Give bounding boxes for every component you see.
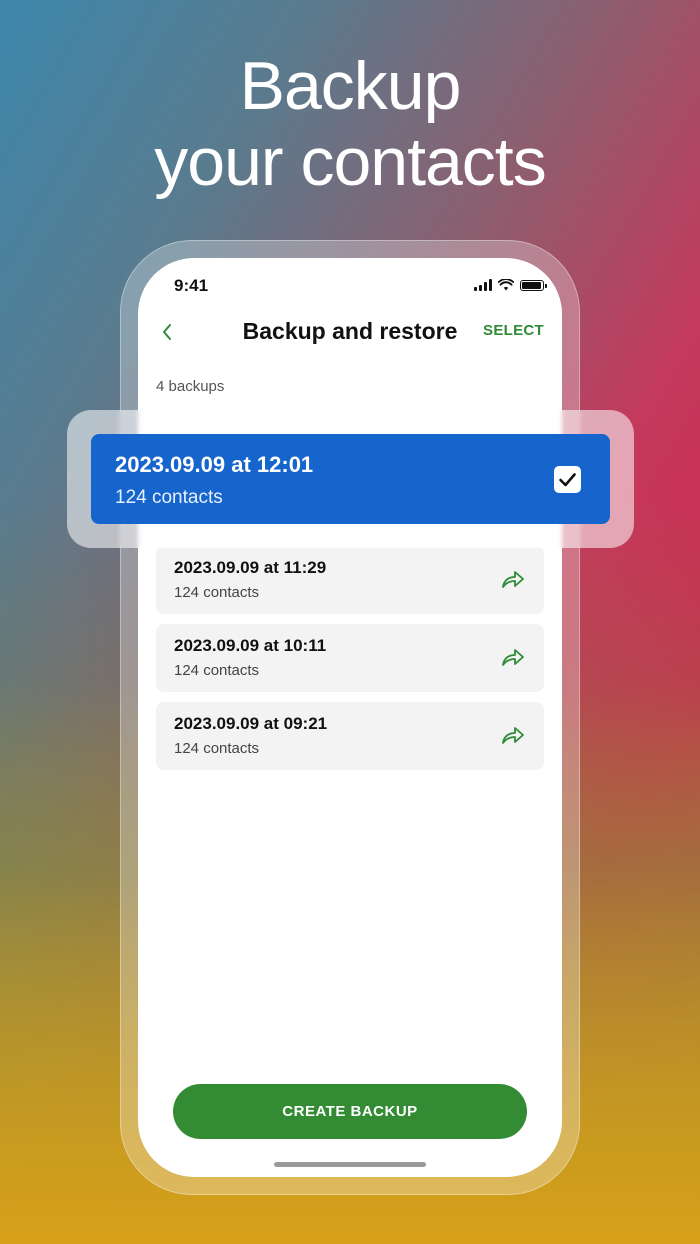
selected-backup-row[interactable]: 2023.09.09 at 12:01 124 contacts bbox=[91, 434, 610, 524]
create-backup-button[interactable]: CREATE BACKUP bbox=[173, 1084, 527, 1139]
headline: Backup your contacts bbox=[0, 48, 700, 200]
headline-line-1: Backup bbox=[239, 48, 462, 124]
backup-list: 2023.09.09 at 11:29 124 contacts 2023.09… bbox=[156, 546, 544, 780]
backup-contacts: 124 contacts bbox=[174, 662, 260, 679]
select-button[interactable]: SELECT bbox=[483, 322, 544, 339]
backup-title: 2023.09.09 at 11:29 bbox=[174, 558, 327, 577]
share-arrow-icon[interactable] bbox=[500, 724, 526, 746]
phone-screen: 9:41 Backup and restore SELECT 4 backups… bbox=[138, 258, 562, 1177]
share-arrow-icon[interactable] bbox=[500, 646, 526, 668]
backups-count: 4 backups bbox=[156, 378, 225, 395]
backup-row[interactable]: 2023.09.09 at 11:29 124 contacts bbox=[156, 546, 544, 614]
headline-line-2: your contacts bbox=[154, 124, 546, 200]
wifi-icon bbox=[498, 279, 514, 291]
backup-title: 2023.09.09 at 09:21 bbox=[174, 714, 328, 733]
backup-row[interactable]: 2023.09.09 at 09:21 124 contacts bbox=[156, 702, 544, 770]
selected-backup-contacts: 124 contacts bbox=[115, 487, 223, 508]
status-icons bbox=[474, 279, 547, 291]
selected-backup-title: 2023.09.09 at 12:01 bbox=[115, 452, 314, 477]
backup-title: 2023.09.09 at 10:11 bbox=[174, 636, 327, 655]
home-indicator bbox=[274, 1162, 426, 1167]
backup-row[interactable]: 2023.09.09 at 10:11 124 contacts bbox=[156, 624, 544, 692]
checkbox-checked-icon[interactable] bbox=[554, 466, 581, 493]
cellular-signal-icon bbox=[474, 279, 492, 291]
status-bar: 9:41 bbox=[138, 276, 562, 296]
backup-contacts: 124 contacts bbox=[174, 584, 260, 601]
share-arrow-icon[interactable] bbox=[500, 568, 526, 590]
battery-icon bbox=[520, 279, 547, 291]
navigation-bar: Backup and restore SELECT bbox=[138, 318, 562, 348]
status-time: 9:41 bbox=[174, 276, 209, 295]
backup-contacts: 124 contacts bbox=[174, 740, 260, 757]
